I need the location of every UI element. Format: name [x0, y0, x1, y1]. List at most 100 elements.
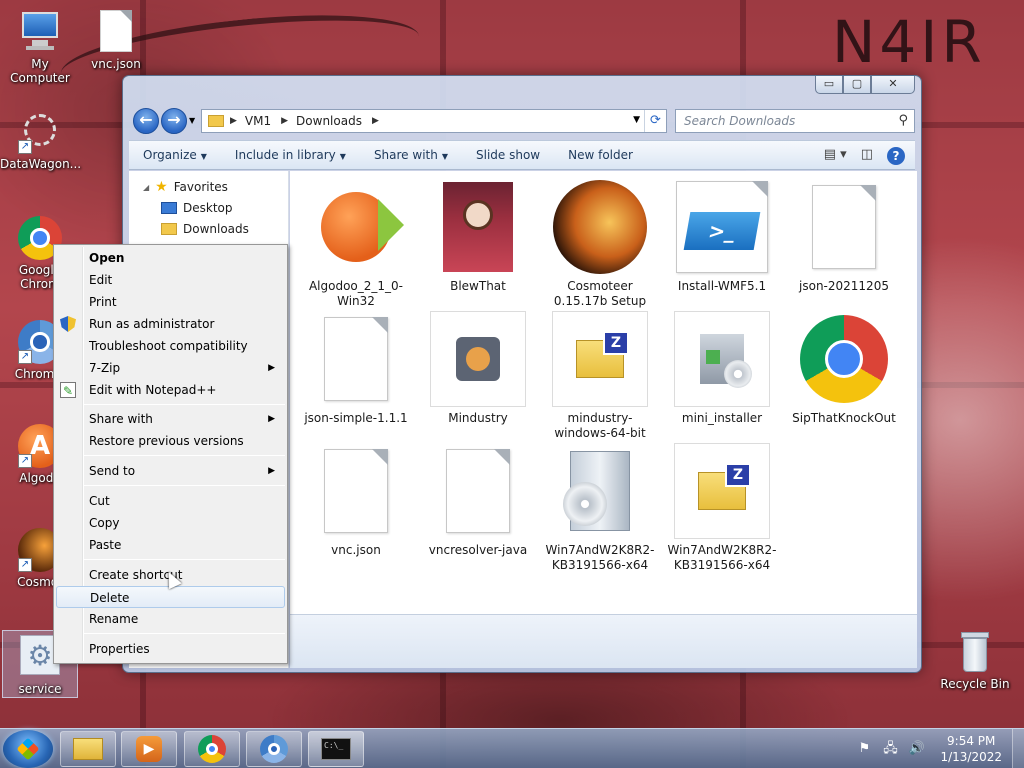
- menu-item-share-with[interactable]: Share with ▶: [56, 408, 285, 430]
- desktop-icon-datawagon[interactable]: ↗ DataWagon...: [0, 110, 81, 171]
- uac-shield-icon: [60, 316, 76, 332]
- desktop-icon-vnc-json[interactable]: vnc.json: [76, 10, 156, 71]
- document-icon: [308, 311, 404, 407]
- setup-box-icon: [552, 443, 648, 539]
- zip-folder-icon: [674, 443, 770, 539]
- menu-item-paste[interactable]: Paste: [56, 534, 285, 556]
- menu-item-edit-with-notepadpp[interactable]: ✎ Edit with Notepad++: [56, 379, 285, 401]
- file-item[interactable]: SipThatKnockOut: [788, 311, 900, 426]
- wallpaper-text: N4IR: [832, 8, 986, 76]
- volume-icon[interactable]: 🔊: [908, 741, 924, 757]
- search-input[interactable]: Search Downloads ⚲: [675, 109, 915, 133]
- menu-separator: [84, 633, 285, 634]
- shortcut-arrow-icon: ↗: [18, 350, 32, 364]
- file-item[interactable]: vncresolver-java: [422, 443, 534, 558]
- file-item[interactable]: vnc.json: [300, 443, 412, 558]
- desktop-icon-recycle-bin[interactable]: Recycle Bin: [935, 630, 1015, 691]
- file-item[interactable]: mini_installer: [666, 311, 778, 426]
- close-button[interactable]: ✕: [871, 76, 915, 94]
- folder-icon: [73, 738, 103, 760]
- datawagon-icon: ↗: [18, 110, 62, 154]
- file-item[interactable]: Win7AndW2K8R2-KB3191566-x64: [666, 443, 778, 573]
- refresh-icon[interactable]: ⟳: [644, 110, 666, 132]
- expand-arrow-icon: ◢: [143, 182, 150, 192]
- breadcrumb-separator-icon[interactable]: ▶: [230, 116, 237, 126]
- document-icon: [94, 10, 138, 54]
- system-tray: ⚑ 🖧 🔊 9:54 PM 1/13/2022: [856, 729, 1024, 768]
- notepadpp-icon: ✎: [60, 382, 76, 398]
- include-in-library-button[interactable]: Include in library ▼: [221, 148, 360, 162]
- back-button[interactable]: ←: [133, 108, 159, 134]
- chromium-icon: [260, 735, 288, 763]
- breadcrumb-downloads[interactable]: Downloads: [296, 114, 362, 128]
- file-item[interactable]: json-simple-1.1.1: [300, 311, 412, 426]
- menu-item-open[interactable]: Open: [56, 247, 285, 269]
- nav-downloads[interactable]: Downloads: [161, 222, 249, 236]
- file-item[interactable]: Cosmoteer 0.15.17b Setup: [544, 179, 656, 309]
- desktop-icon-my-computer[interactable]: My Computer: [0, 10, 80, 85]
- file-item[interactable]: Win7AndW2K8R2-KB3191566-x64: [544, 443, 656, 573]
- file-item[interactable]: json-20211205: [788, 179, 900, 294]
- menu-item-delete[interactable]: Delete: [56, 586, 285, 608]
- menu-item-print[interactable]: Print: [56, 291, 285, 313]
- breadcrumb-separator-icon[interactable]: ▶: [281, 116, 288, 126]
- minimize-button[interactable]: ▭: [815, 76, 843, 94]
- taskbar-explorer[interactable]: [60, 731, 116, 767]
- file-item[interactable]: >_ Install-WMF5.1: [666, 179, 778, 294]
- nav-desktop[interactable]: Desktop: [161, 201, 233, 215]
- search-icon[interactable]: ⚲: [898, 113, 908, 128]
- menu-item-cut[interactable]: Cut: [56, 490, 285, 512]
- menu-item-rename[interactable]: Rename: [56, 608, 285, 630]
- menu-item-troubleshoot-compatibility[interactable]: Troubleshoot compatibility: [56, 335, 285, 357]
- start-button[interactable]: [3, 730, 53, 768]
- menu-item-edit[interactable]: Edit: [56, 269, 285, 291]
- menu-separator: [84, 404, 285, 405]
- chevron-down-icon: ▼: [339, 152, 346, 161]
- maximize-button[interactable]: ▢: [843, 76, 871, 94]
- mindustry-icon: [430, 311, 526, 407]
- file-item[interactable]: Algodoo_2_1_0-Win32: [300, 179, 412, 309]
- help-icon[interactable]: ?: [887, 147, 905, 165]
- share-with-button[interactable]: Share with ▼: [360, 148, 462, 162]
- organize-button[interactable]: Organize ▼: [129, 148, 221, 162]
- change-view-icon[interactable]: ▤ ▾: [824, 147, 847, 165]
- menu-separator: [84, 559, 285, 560]
- image-thumbnail: [430, 179, 526, 275]
- taskbar-media-player[interactable]: ▶: [121, 731, 177, 767]
- nav-favorites[interactable]: ◢ ★ Favorites: [143, 179, 228, 195]
- recent-pages-chevron-icon[interactable]: ▼: [189, 116, 195, 125]
- breadcrumb-separator-icon[interactable]: ▶: [372, 116, 379, 126]
- file-item[interactable]: BlewThat: [422, 179, 534, 294]
- preview-pane-icon[interactable]: ◫: [861, 147, 873, 165]
- desktop-icon: [161, 202, 177, 214]
- chevron-down-icon: ▼: [441, 152, 448, 161]
- recycle-bin-icon: [953, 630, 997, 674]
- taskbar-chrome[interactable]: [184, 731, 240, 767]
- command-bar: Organize ▼ Include in library ▼ Share with…: [129, 140, 915, 170]
- show-desktop-button[interactable]: [1012, 729, 1024, 768]
- network-icon[interactable]: 🖧: [882, 741, 898, 757]
- new-folder-button[interactable]: New folder: [554, 148, 647, 162]
- zip-folder-icon: [552, 311, 648, 407]
- forward-button[interactable]: →: [161, 108, 187, 134]
- menu-item-run-as-administrator[interactable]: Run as administrator: [56, 313, 285, 335]
- search-placeholder: Search Downloads: [684, 114, 796, 128]
- slide-show-button[interactable]: Slide show: [462, 148, 554, 162]
- view-controls: ▤ ▾ ◫ ?: [824, 147, 905, 165]
- address-dropdown-icon[interactable]: ▼: [633, 115, 640, 125]
- address-bar[interactable]: ▶ VM1 ▶ Downloads ▶ ▼ ⟳: [201, 109, 667, 133]
- media-player-icon: ▶: [136, 736, 162, 762]
- breadcrumb-vm1[interactable]: VM1: [245, 114, 271, 128]
- menu-item-restore-previous-versions[interactable]: Restore previous versions: [56, 430, 285, 452]
- menu-item-copy[interactable]: Copy: [56, 512, 285, 534]
- menu-item-properties[interactable]: Properties: [56, 638, 285, 660]
- star-icon: ★: [155, 179, 168, 195]
- taskbar-chromium[interactable]: [246, 731, 302, 767]
- file-item[interactable]: mindustry-windows-64-bit: [544, 311, 656, 441]
- menu-item-7zip[interactable]: 7-Zip ▶: [56, 357, 285, 379]
- clock[interactable]: 9:54 PM 1/13/2022: [940, 733, 1002, 765]
- menu-item-send-to[interactable]: Send to ▶: [56, 460, 285, 482]
- file-item[interactable]: Mindustry: [422, 311, 534, 426]
- action-center-flag-icon[interactable]: ⚑: [856, 741, 872, 757]
- taskbar-command-prompt[interactable]: C:\_: [308, 731, 364, 767]
